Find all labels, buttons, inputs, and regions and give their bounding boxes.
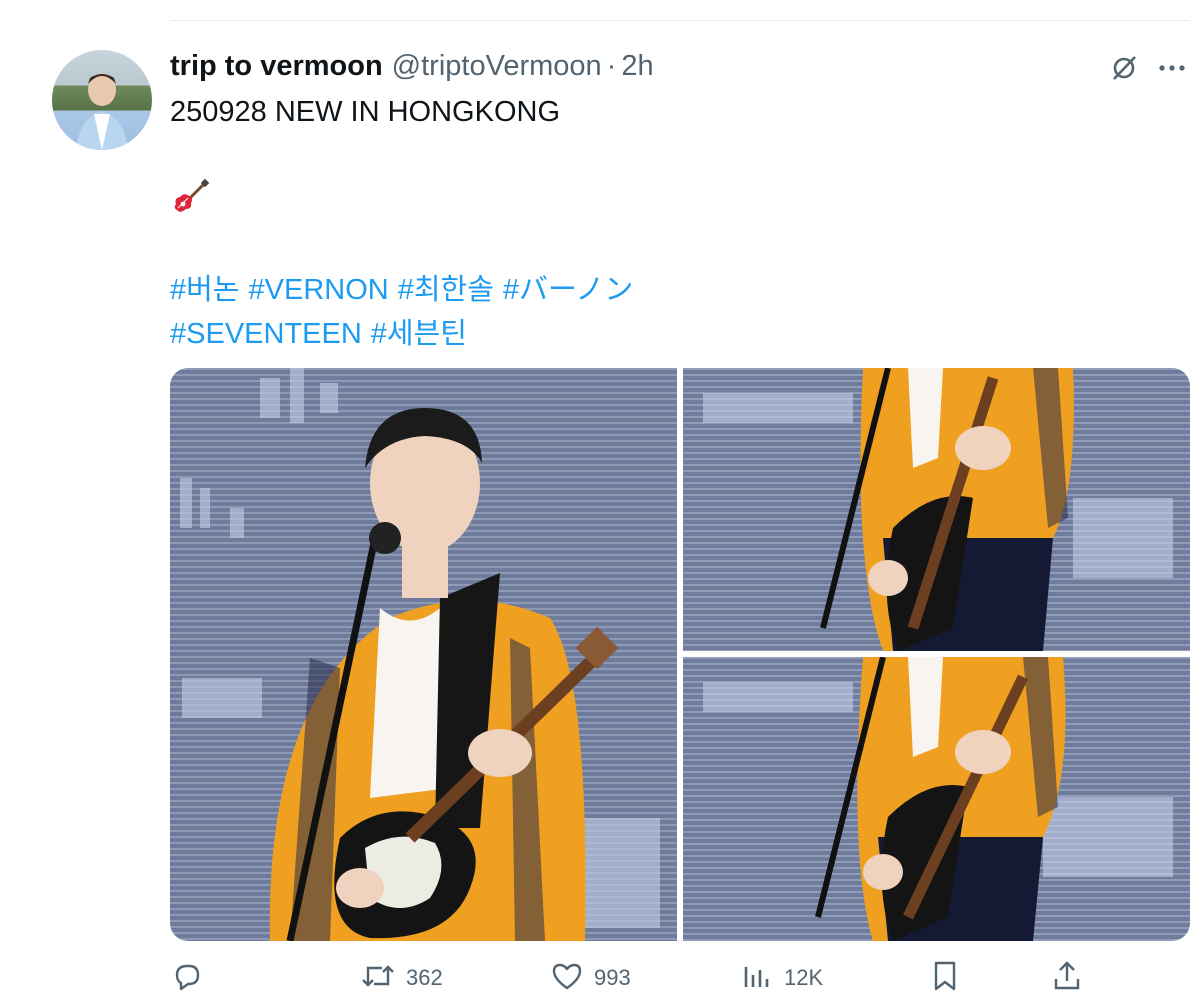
timestamp[interactable]: 2h — [621, 50, 653, 83]
top-divider — [170, 20, 1190, 21]
repost-icon — [360, 959, 396, 998]
avatar[interactable] — [52, 50, 152, 150]
media-grid — [170, 368, 1190, 941]
repost-button[interactable]: 362 — [360, 956, 443, 1000]
hashtag-link[interactable]: #세븐틴 — [371, 318, 467, 350]
avatar-image — [76, 74, 128, 150]
like-button[interactable]: 993 — [550, 956, 631, 1000]
hashtag-link[interactable]: #버논 — [170, 274, 240, 306]
share-icon — [1050, 959, 1084, 998]
hashtag-link[interactable]: #バーノン — [503, 274, 633, 306]
more-icon[interactable] — [1154, 50, 1190, 86]
hashtag-link[interactable]: #최한솔 — [398, 274, 494, 306]
bookmark-icon — [928, 959, 962, 998]
tweet-text-line: 250928 NEW IN HONGKONG — [170, 96, 560, 128]
grok-icon[interactable] — [1106, 50, 1142, 86]
reply-button[interactable] — [170, 956, 214, 1000]
heart-icon — [550, 959, 584, 998]
reply-icon — [170, 959, 204, 998]
hashtag-link[interactable]: #SEVENTEEN — [170, 318, 362, 350]
photo-top-right[interactable] — [683, 368, 1190, 651]
hashtag-row-2: #SEVENTEEN #세븐틴 — [170, 310, 476, 352]
action-bar: 362 993 12K — [170, 956, 1190, 1000]
views-button[interactable]: 12K — [740, 956, 823, 1000]
share-button[interactable] — [1050, 956, 1084, 1000]
views-icon — [740, 959, 774, 998]
photo-bottom-right[interactable] — [683, 657, 1190, 941]
hashtag-row-1: #버논 #VERNON #최한솔 #バーノン — [170, 266, 642, 308]
author-handle[interactable]: @triptoVermoon — [392, 50, 602, 83]
bookmark-button[interactable] — [928, 956, 962, 1000]
tweet-header: trip to vermoon @triptoVermoon · 2h — [170, 46, 654, 86]
hashtag-link[interactable]: #VERNON — [249, 274, 389, 306]
author-name[interactable]: trip to vermoon — [170, 50, 383, 83]
views-count: 12K — [784, 965, 824, 990]
separator-dot: · — [606, 49, 617, 82]
like-count: 993 — [594, 965, 631, 990]
guitar-emoji: 🎸 — [170, 178, 210, 218]
repost-count: 362 — [406, 965, 443, 990]
photo-main[interactable] — [170, 368, 677, 941]
